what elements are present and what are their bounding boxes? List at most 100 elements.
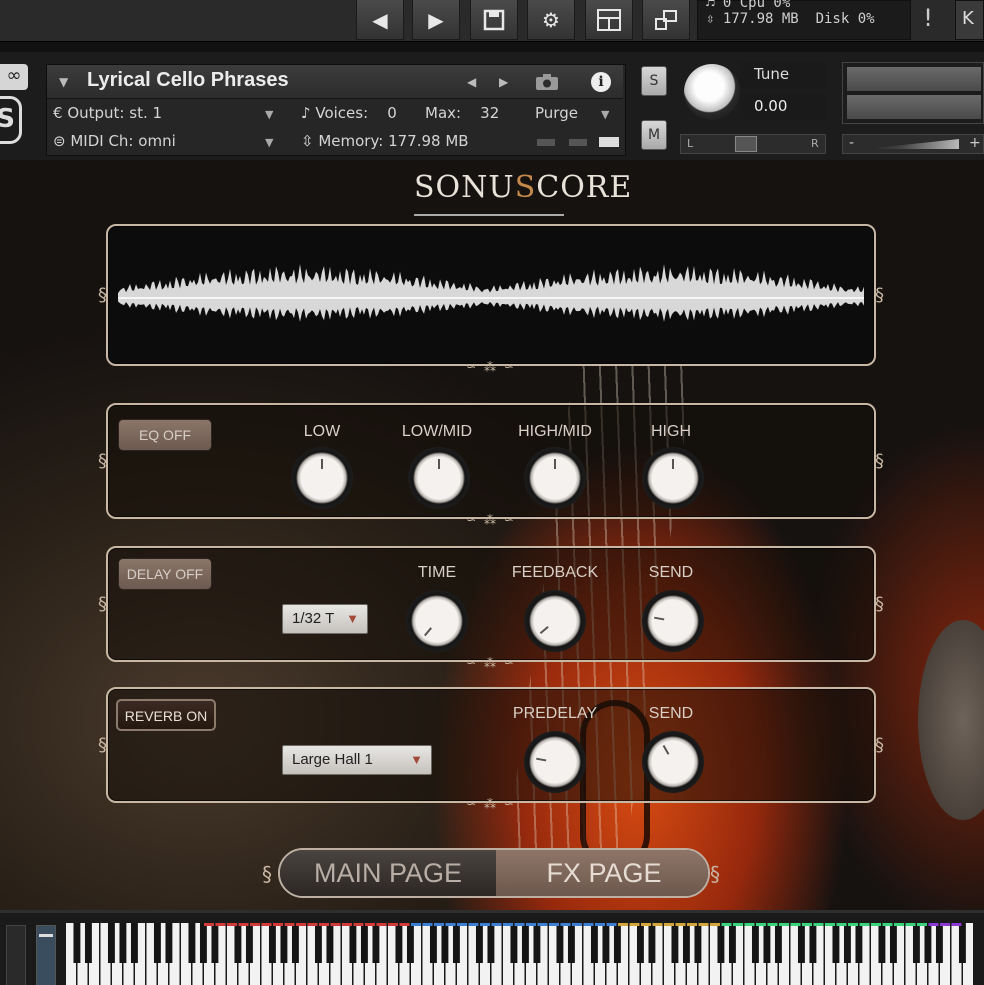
- reverb-send-knob[interactable]: [642, 731, 704, 793]
- link-icon[interactable]: ∞: [0, 64, 28, 90]
- black-key[interactable]: [958, 923, 966, 963]
- black-key[interactable]: [211, 923, 219, 963]
- black-key[interactable]: [291, 923, 299, 963]
- black-key[interactable]: [935, 923, 943, 963]
- black-key[interactable]: [441, 923, 449, 963]
- instrument-menu-icon[interactable]: ▼: [59, 75, 68, 89]
- black-key[interactable]: [728, 923, 736, 963]
- eq-lowmid-knob[interactable]: [408, 447, 470, 509]
- black-key[interactable]: [510, 923, 518, 963]
- volume-slider[interactable]: - +: [842, 134, 984, 154]
- mod-wheel[interactable]: [36, 925, 56, 985]
- black-key[interactable]: [349, 923, 357, 963]
- layout-icon[interactable]: [585, 0, 633, 40]
- black-key[interactable]: [763, 923, 771, 963]
- eq-toggle-button[interactable]: EQ OFF: [118, 419, 212, 451]
- black-key[interactable]: [245, 923, 253, 963]
- black-key[interactable]: [165, 923, 173, 963]
- black-key[interactable]: [360, 923, 368, 963]
- black-key[interactable]: [234, 923, 242, 963]
- black-key[interactable]: [475, 923, 483, 963]
- prev-icon[interactable]: ◀: [356, 0, 404, 40]
- info-icon[interactable]: i: [583, 69, 619, 95]
- solo-button[interactable]: S: [641, 66, 667, 96]
- black-key[interactable]: [751, 923, 759, 963]
- black-key[interactable]: [590, 923, 598, 963]
- black-key[interactable]: [924, 923, 932, 963]
- black-key[interactable]: [832, 923, 840, 963]
- black-key[interactable]: [326, 923, 334, 963]
- kontakt-logo-icon[interactable]: K: [955, 0, 984, 40]
- black-key[interactable]: [797, 923, 805, 963]
- black-key[interactable]: [567, 923, 575, 963]
- pan-slider[interactable]: L R: [680, 134, 826, 154]
- black-key[interactable]: [912, 923, 920, 963]
- black-key[interactable]: [809, 923, 817, 963]
- black-key[interactable]: [878, 923, 886, 963]
- eq-low-knob[interactable]: [291, 447, 353, 509]
- black-key[interactable]: [487, 923, 495, 963]
- black-key[interactable]: [671, 923, 679, 963]
- eq-highmid-knob[interactable]: [524, 447, 586, 509]
- black-key[interactable]: [188, 923, 196, 963]
- black-key[interactable]: [199, 923, 207, 963]
- instrument-name[interactable]: Lyrical Cello Phrases: [87, 69, 289, 92]
- black-key[interactable]: [395, 923, 403, 963]
- black-key[interactable]: [268, 923, 276, 963]
- purge-dropdown[interactable]: Purge: [535, 104, 578, 122]
- black-key[interactable]: [314, 923, 322, 963]
- midi-dropdown-icon[interactable]: ▼: [265, 136, 273, 149]
- black-key[interactable]: [682, 923, 690, 963]
- reverb-type-dropdown[interactable]: Large Hall 1 ▼: [282, 745, 432, 775]
- next-icon[interactable]: ▶: [412, 0, 460, 40]
- black-key[interactable]: [694, 923, 702, 963]
- delay-feedback-knob[interactable]: [524, 590, 586, 652]
- gear-icon[interactable]: ⚙: [527, 0, 575, 40]
- tune-knob[interactable]: [684, 64, 740, 120]
- camera-icon[interactable]: [529, 69, 565, 95]
- resize-icon[interactable]: [642, 0, 690, 40]
- black-key[interactable]: [372, 923, 380, 963]
- black-key[interactable]: [889, 923, 897, 963]
- black-key[interactable]: [119, 923, 127, 963]
- delay-send-knob[interactable]: [642, 590, 704, 652]
- black-key[interactable]: [153, 923, 161, 963]
- mute-button[interactable]: M: [641, 120, 667, 150]
- prev-instrument-icon[interactable]: ◀: [467, 75, 476, 89]
- midi-channel-field[interactable]: ⊜ MIDI Ch: omni: [53, 132, 176, 150]
- tab-main-page[interactable]: MAIN PAGE: [280, 850, 496, 896]
- black-key[interactable]: [452, 923, 460, 963]
- save-icon[interactable]: [470, 0, 518, 40]
- output-field[interactable]: € Output: st. 1: [53, 104, 162, 122]
- black-key[interactable]: [533, 923, 541, 963]
- max-voices-field[interactable]: Max: 32: [425, 104, 499, 122]
- piano-keyboard[interactable]: [66, 923, 984, 985]
- black-key[interactable]: [855, 923, 863, 963]
- delay-toggle-button[interactable]: DELAY OFF: [118, 558, 212, 590]
- tab-fx-page[interactable]: FX PAGE: [496, 850, 708, 896]
- reverb-predelay-knob[interactable]: [524, 731, 586, 793]
- delay-time-knob[interactable]: [406, 590, 468, 652]
- pan-handle[interactable]: [735, 136, 757, 152]
- output-dropdown-icon[interactable]: ▼: [265, 108, 273, 121]
- black-key[interactable]: [843, 923, 851, 963]
- delay-rate-dropdown[interactable]: 1/32 T ▼: [282, 604, 368, 634]
- black-key[interactable]: [429, 923, 437, 963]
- volume-plus[interactable]: +: [969, 135, 981, 151]
- black-key[interactable]: [717, 923, 725, 963]
- volume-minus[interactable]: -: [849, 135, 854, 151]
- black-key[interactable]: [636, 923, 644, 963]
- black-key[interactable]: [130, 923, 138, 963]
- black-key[interactable]: [556, 923, 564, 963]
- black-key[interactable]: [84, 923, 92, 963]
- black-key[interactable]: [613, 923, 621, 963]
- pitch-wheel[interactable]: [6, 925, 26, 985]
- purge-dropdown-icon[interactable]: ▼: [601, 108, 609, 121]
- black-key[interactable]: [280, 923, 288, 963]
- black-key[interactable]: [774, 923, 782, 963]
- tune-value[interactable]: 0.00: [740, 94, 826, 120]
- black-key[interactable]: [406, 923, 414, 963]
- reverb-toggle-button[interactable]: REVERB ON: [116, 699, 216, 731]
- black-key[interactable]: [602, 923, 610, 963]
- black-key[interactable]: [107, 923, 115, 963]
